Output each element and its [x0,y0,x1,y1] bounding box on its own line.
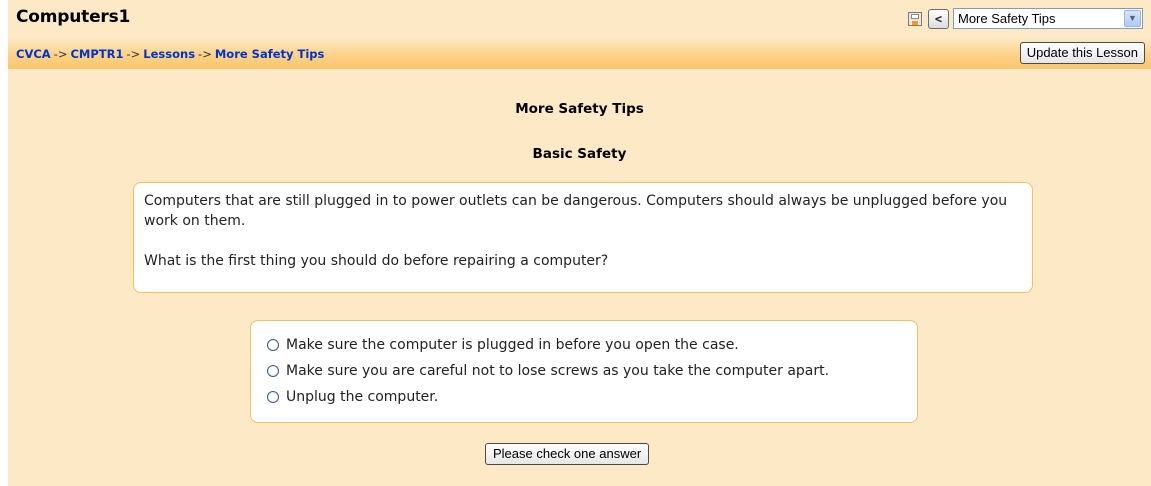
page-select[interactable]: More Safety Tips ▼ [953,8,1143,29]
header: Computers1 < More Safety Tips ▼ [8,0,1151,38]
answer-label[interactable]: Make sure the computer is plugged in bef… [286,337,739,353]
breadcrumb-link-cvca[interactable]: CVCA [16,47,51,61]
previous-page-button[interactable]: < [928,8,949,29]
breadcrumb-link-lessons[interactable]: Lessons [143,47,195,61]
answer-option[interactable]: Make sure you are careful not to lose sc… [267,358,917,384]
answer-label[interactable]: Make sure you are careful not to lose sc… [286,363,829,379]
nav-tools: < More Safety Tips ▼ [908,8,1143,29]
content-paragraph: Computers that are still plugged in to p… [144,193,1008,229]
check-answer-button[interactable]: Please check one answer [485,443,650,465]
breadcrumb-link-cmptr1[interactable]: CMPTR1 [70,47,123,61]
breadcrumb-separator: -> [198,47,212,61]
page: Computers1 < More Safety Tips ▼ CVCA -> CM… [8,0,1151,486]
breadcrumb-separator: -> [53,47,68,61]
update-lesson-button[interactable]: Update this Lesson [1019,42,1145,64]
site-title: Computers1 [16,7,131,27]
breadcrumb: CVCA -> CMPTR1 -> Lessons -> More Safety Tips [16,47,324,61]
page-select-value: More Safety Tips [958,11,1056,26]
radio-button[interactable] [267,365,279,377]
breadcrumb-separator: -> [126,47,141,61]
section-title: Basic Safety [532,146,627,162]
breadcrumb-link-current-lesson[interactable]: More Safety Tips [215,47,325,61]
navbar: CVCA -> CMPTR1 -> Lessons -> More Safety Tips … [8,38,1151,69]
answer-label[interactable]: Unplug the computer. [286,389,438,405]
question-content: Computers that are still plugged in to p… [133,182,1033,293]
answer-option[interactable]: Make sure the computer is plugged in bef… [267,332,917,358]
lesson-title: More Safety Tips [515,101,644,117]
radio-button[interactable] [267,391,279,403]
answer-option[interactable]: Unplug the computer. [267,384,917,410]
answers-box: Make sure the computer is plugged in bef… [250,320,918,423]
question-text: What is the first thing you should do be… [144,253,609,269]
radio-button[interactable] [267,339,279,351]
chevron-down-icon[interactable]: ▼ [1124,10,1141,27]
save-icon[interactable] [908,11,922,26]
